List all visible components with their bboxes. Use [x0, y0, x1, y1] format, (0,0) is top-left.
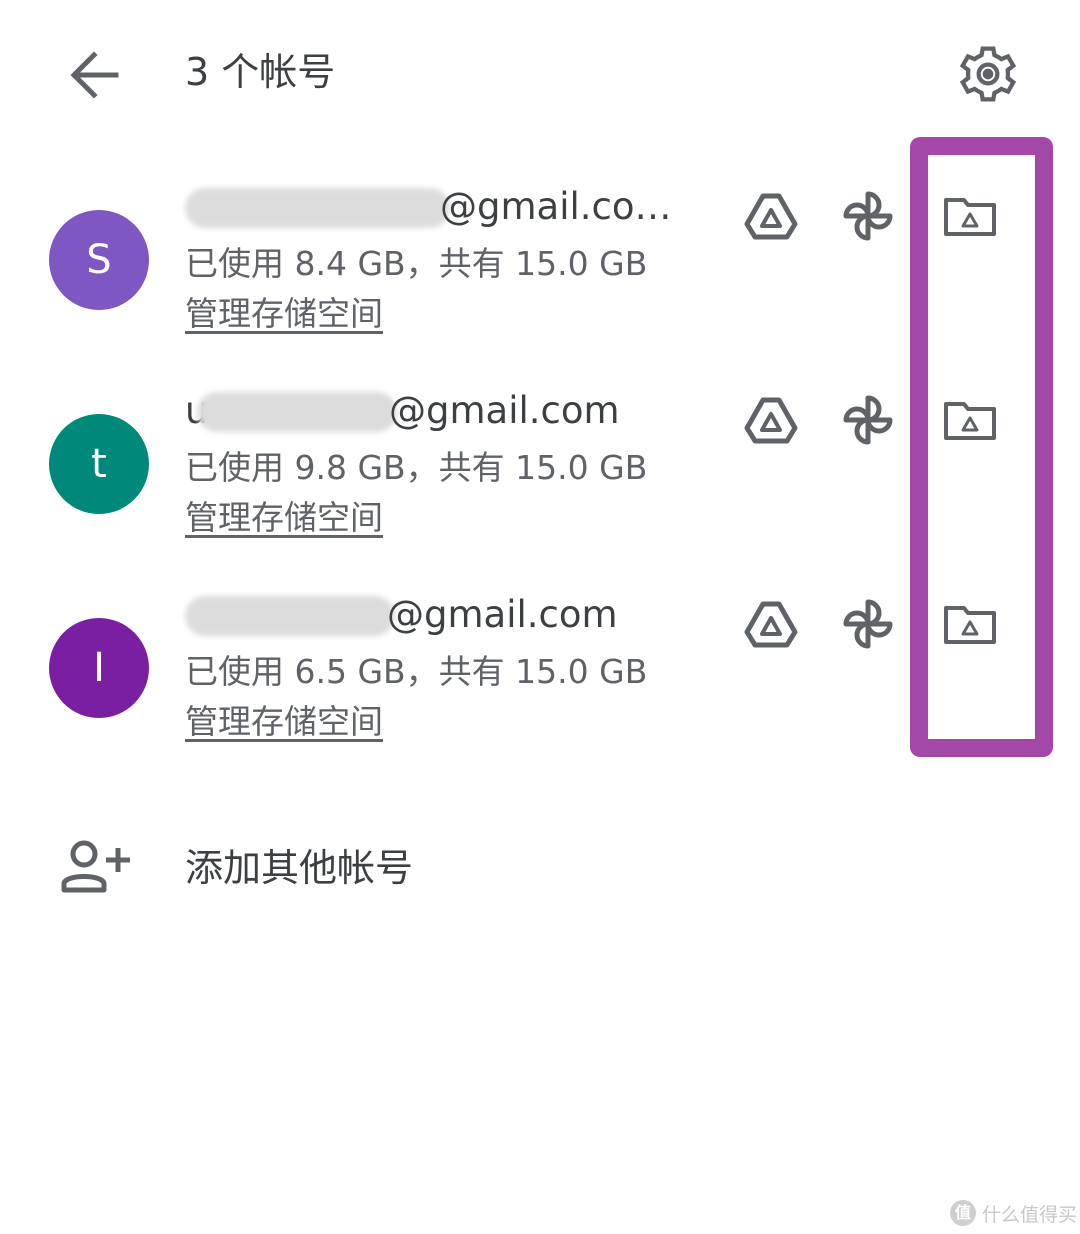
add-person-icon [60, 838, 140, 898]
page-title: 3 个帐号 [185, 50, 336, 94]
google-photos-pinwheel-icon[interactable] [838, 390, 898, 450]
highlight-annotation-box [910, 137, 1053, 757]
add-account-button[interactable]: 添加其他帐号 [0, 820, 700, 910]
avatar[interactable]: I [49, 618, 149, 718]
redacted-email-blur [185, 596, 395, 636]
account-email: @gmail.com [185, 590, 685, 640]
manage-storage-link[interactable]: 管理存储空间 [185, 292, 383, 336]
settings-button[interactable] [956, 42, 1020, 106]
account-email: u @gmail.com [185, 386, 685, 436]
watermark-text: 什么值得买 [982, 1203, 1078, 1226]
email-domain: @gmail.co… [440, 185, 672, 228]
watermark: 值 什么值得买 [950, 1198, 1077, 1228]
watermark-logo-icon: 值 [950, 1200, 976, 1226]
storage-usage: 已使用 9.8 GB，共有 15.0 GB [185, 448, 648, 487]
storage-usage: 已使用 6.5 GB，共有 15.0 GB [185, 652, 648, 691]
manage-storage-link[interactable]: 管理存储空间 [185, 700, 383, 744]
back-button[interactable] [62, 46, 126, 104]
google-drive-icon[interactable] [741, 186, 801, 246]
email-domain: @gmail.com [387, 593, 618, 636]
redacted-email-blur [185, 188, 450, 228]
add-account-label: 添加其他帐号 [185, 846, 414, 890]
gear-icon [959, 46, 1017, 102]
google-photos-pinwheel-icon[interactable] [838, 186, 898, 246]
redacted-email-blur [197, 392, 397, 432]
account-email: @gmail.co… [185, 182, 685, 232]
google-drive-icon[interactable] [741, 594, 801, 654]
email-domain: @gmail.com [389, 389, 620, 432]
google-photos-pinwheel-icon[interactable] [838, 594, 898, 654]
arrow-back-icon [70, 51, 119, 99]
storage-usage: 已使用 8.4 GB，共有 15.0 GB [185, 244, 648, 283]
google-drive-icon[interactable] [741, 390, 801, 450]
avatar[interactable]: t [49, 414, 149, 514]
avatar[interactable]: S [49, 210, 149, 310]
manage-storage-link[interactable]: 管理存储空间 [185, 496, 383, 540]
